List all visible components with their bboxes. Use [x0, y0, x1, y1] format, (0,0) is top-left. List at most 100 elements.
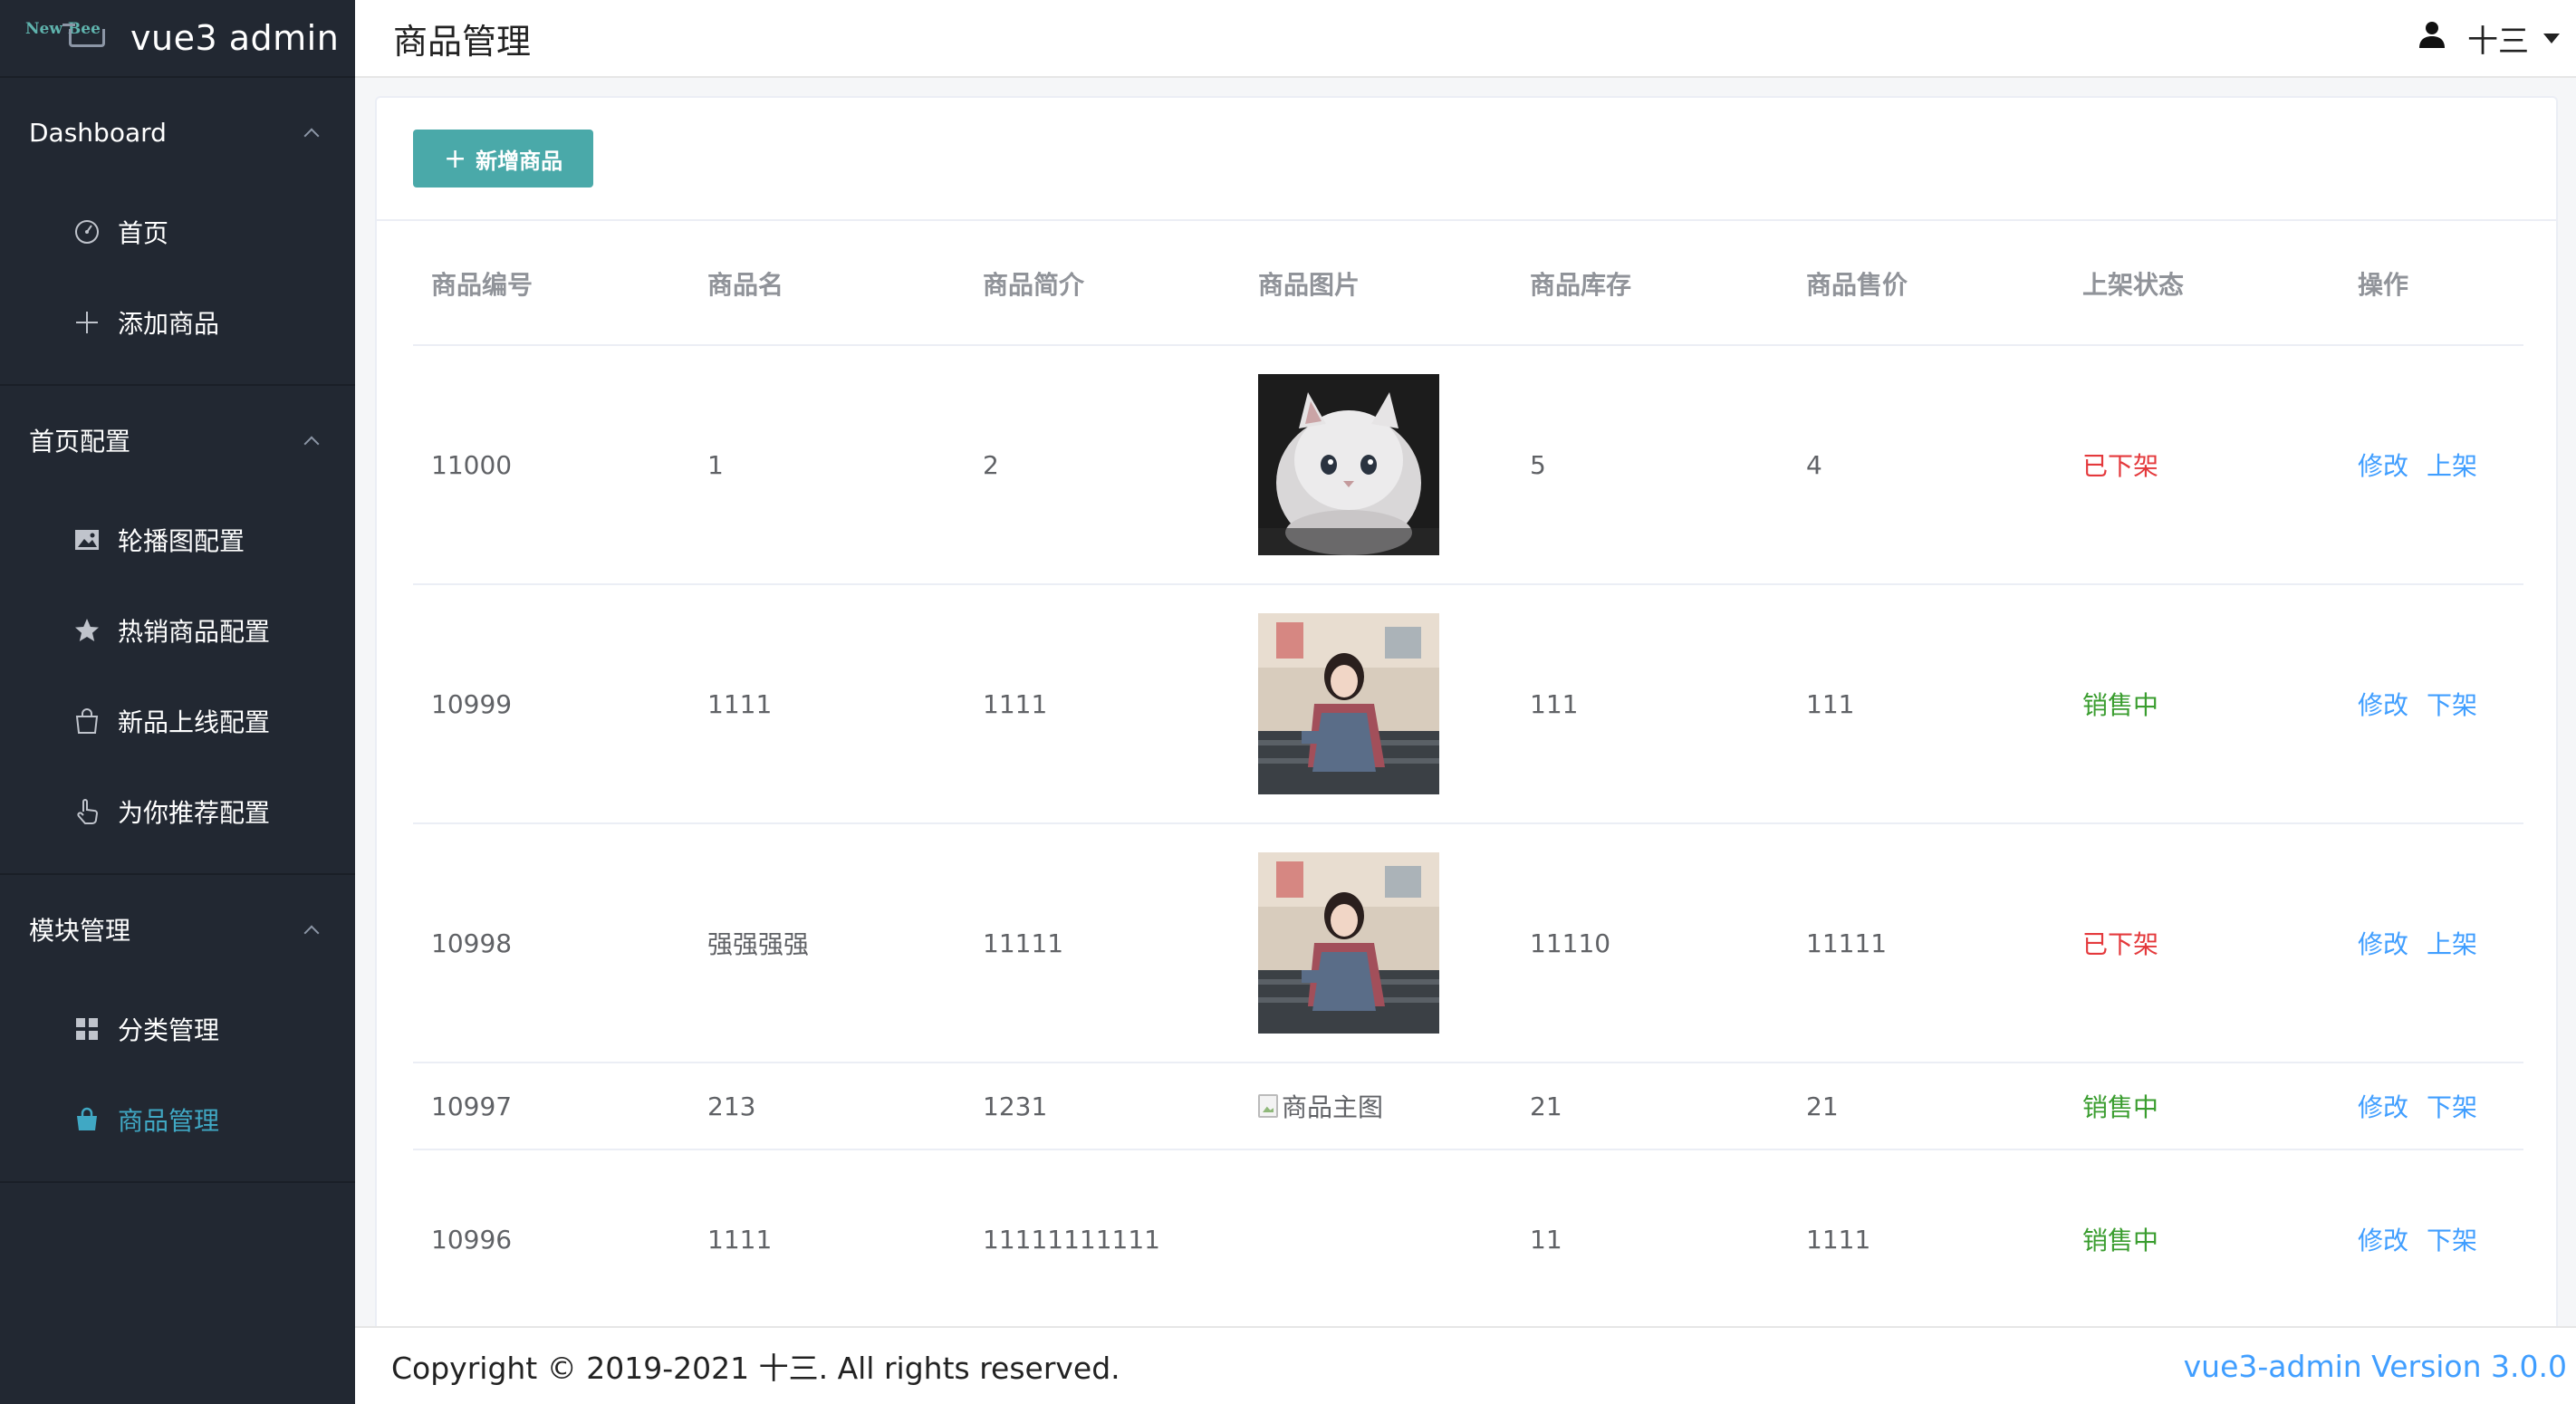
table-header-row: 商品编号 商品名 商品简介 商品图片 商品库存 商品售价 上架状态 操作	[413, 223, 2523, 346]
row-actions: 修改 下架	[2340, 686, 2523, 722]
row-actions: 修改 下架	[2340, 1088, 2523, 1124]
product-card: + 新增商品 商品编号 商品名 商品简介 商品图片 商品库存 商品售价 上架状态…	[375, 96, 2558, 1326]
grid-icon	[72, 1015, 101, 1043]
plus-icon: +	[444, 142, 467, 175]
gauge-icon	[72, 217, 101, 246]
sidebar-item-label: 商品管理	[118, 1106, 220, 1136]
table-row: 10996 1111 11111111111 11 1111 销售中 修改 下架	[413, 1150, 2523, 1326]
row-actions: 修改 上架	[2340, 925, 2523, 961]
column-header: 商品图片	[1258, 270, 1360, 300]
column-header: 商品简介	[983, 270, 1085, 300]
card-header: + 新增商品	[377, 98, 2556, 221]
shopping-bag-filled-icon	[72, 1105, 101, 1134]
product-id: 10996	[431, 1224, 513, 1255]
product-id: 11000	[431, 449, 513, 480]
product-intro: 1231	[983, 1091, 1048, 1121]
status-badge: 销售中	[2082, 690, 2159, 720]
column-header: 操作	[2358, 270, 2409, 300]
product-intro: 2	[983, 449, 999, 480]
product-name: 1	[707, 449, 724, 480]
column-header: 商品编号	[431, 270, 533, 300]
brand-logo: New Bee	[25, 20, 112, 56]
product-stock: 21	[1530, 1091, 1562, 1121]
brand: New Bee vue3 admin	[0, 0, 355, 78]
product-price: 11111	[1806, 928, 1888, 958]
sidebar-item-label: 添加商品	[118, 309, 220, 339]
image-alt-text: 商品主图	[1282, 1092, 1384, 1122]
user-name: 十三	[2467, 23, 2529, 60]
sidebar-item-carousel[interactable]: 轮播图配置	[0, 495, 355, 585]
edit-link[interactable]: 修改	[2358, 1092, 2408, 1122]
menu-group-header-modules[interactable]: 模块管理	[0, 875, 355, 984]
product-id: 10998	[431, 928, 513, 958]
product-image-cat	[1258, 374, 1439, 555]
product-intro: 11111111111	[983, 1224, 1160, 1255]
plus-icon	[72, 308, 101, 337]
status-badge: 销售中	[2082, 1226, 2159, 1255]
product-image-cell	[1240, 613, 1512, 794]
toggle-status-link[interactable]: 下架	[2427, 1092, 2477, 1122]
product-name: 1111	[707, 688, 773, 719]
broken-image-icon	[1258, 1094, 1278, 1118]
sidebar-item-product-management[interactable]: 商品管理	[0, 1074, 355, 1165]
table-row: 11000 1 2 5 4 已下架 修改 上架	[413, 346, 2523, 585]
add-product-label: 新增商品	[476, 148, 563, 174]
sidebar-item-label: 为你推荐配置	[118, 798, 271, 828]
menu-group-label: 模块管理	[29, 916, 131, 946]
chevron-up-icon	[303, 925, 320, 941]
pointer-icon	[72, 797, 101, 826]
toggle-status-link[interactable]: 上架	[2427, 451, 2477, 481]
sidebar-item-label: 首页	[118, 218, 169, 248]
product-image-girl	[1258, 613, 1439, 794]
sidebar-item-home[interactable]: 首页	[0, 187, 355, 277]
menu-group-label: 首页配置	[29, 427, 131, 457]
sidebar-item-new-products[interactable]: 新品上线配置	[0, 676, 355, 766]
copyright-text: Copyright © 2019-2021 十三. All rights res…	[391, 1351, 1120, 1386]
sidebar-item-add-product[interactable]: 添加商品	[0, 277, 355, 368]
product-name: 1111	[707, 1224, 773, 1255]
column-header: 上架状态	[2082, 270, 2185, 300]
brand-title: vue3 admin	[130, 18, 340, 58]
footer: Copyright © 2019-2021 十三. All rights res…	[355, 1326, 2576, 1404]
product-image-cell	[1240, 852, 1512, 1034]
product-stock: 11	[1530, 1224, 1562, 1255]
edit-link[interactable]: 修改	[2358, 451, 2408, 481]
toggle-status-link[interactable]: 下架	[2427, 690, 2477, 720]
sidebar-item-category[interactable]: 分类管理	[0, 984, 355, 1074]
add-product-button[interactable]: + 新增商品	[413, 130, 594, 188]
menu-group-home-config: 首页配置 轮播图配置 热销商品配置 新品上线配置 为你推荐配置	[0, 386, 355, 875]
product-intro: 1111	[983, 688, 1048, 719]
product-id: 10999	[431, 688, 513, 719]
edit-link[interactable]: 修改	[2358, 929, 2408, 959]
menu-group-header-home-config[interactable]: 首页配置	[0, 386, 355, 495]
caret-down-icon	[2543, 33, 2560, 43]
main-content: + 新增商品 商品编号 商品名 商品简介 商品图片 商品库存 商品售价 上架状态…	[355, 78, 2576, 1326]
edit-link[interactable]: 修改	[2358, 690, 2408, 720]
toggle-status-link[interactable]: 上架	[2427, 929, 2477, 959]
sidebar-item-label: 轮播图配置	[118, 526, 245, 556]
product-intro: 11111	[983, 928, 1064, 958]
cart-icon	[62, 24, 105, 47]
menu-group-label: Dashboard	[29, 117, 167, 148]
product-stock: 5	[1530, 449, 1546, 480]
table-row: 10997 213 1231 商品主图 21 21 销售中 修改 下架	[413, 1063, 2523, 1150]
sidebar-item-recommend[interactable]: 为你推荐配置	[0, 766, 355, 857]
product-stock: 11110	[1530, 928, 1611, 958]
column-header: 商品售价	[1806, 270, 1908, 300]
edit-link[interactable]: 修改	[2358, 1226, 2408, 1255]
page-title: 商品管理	[393, 21, 532, 62]
status-badge: 已下架	[2082, 451, 2159, 481]
sidebar-item-hot-products[interactable]: 热销商品配置	[0, 585, 355, 676]
product-price: 1111	[1806, 1224, 1871, 1255]
row-actions: 修改 下架	[2340, 1221, 2523, 1257]
chevron-up-icon	[303, 128, 320, 144]
sidebar-item-label: 分类管理	[118, 1015, 220, 1045]
top-header: 商品管理 十三	[355, 0, 2576, 78]
row-actions: 修改 上架	[2340, 447, 2523, 483]
menu-group-header-dashboard[interactable]: Dashboard	[0, 78, 355, 187]
toggle-status-link[interactable]: 下架	[2427, 1226, 2477, 1255]
user-icon	[2417, 19, 2447, 58]
user-menu[interactable]: 十三	[2417, 16, 2560, 61]
product-image-girl	[1258, 852, 1439, 1034]
version-text: vue3-admin Version 3.0.0	[2183, 1348, 2567, 1384]
